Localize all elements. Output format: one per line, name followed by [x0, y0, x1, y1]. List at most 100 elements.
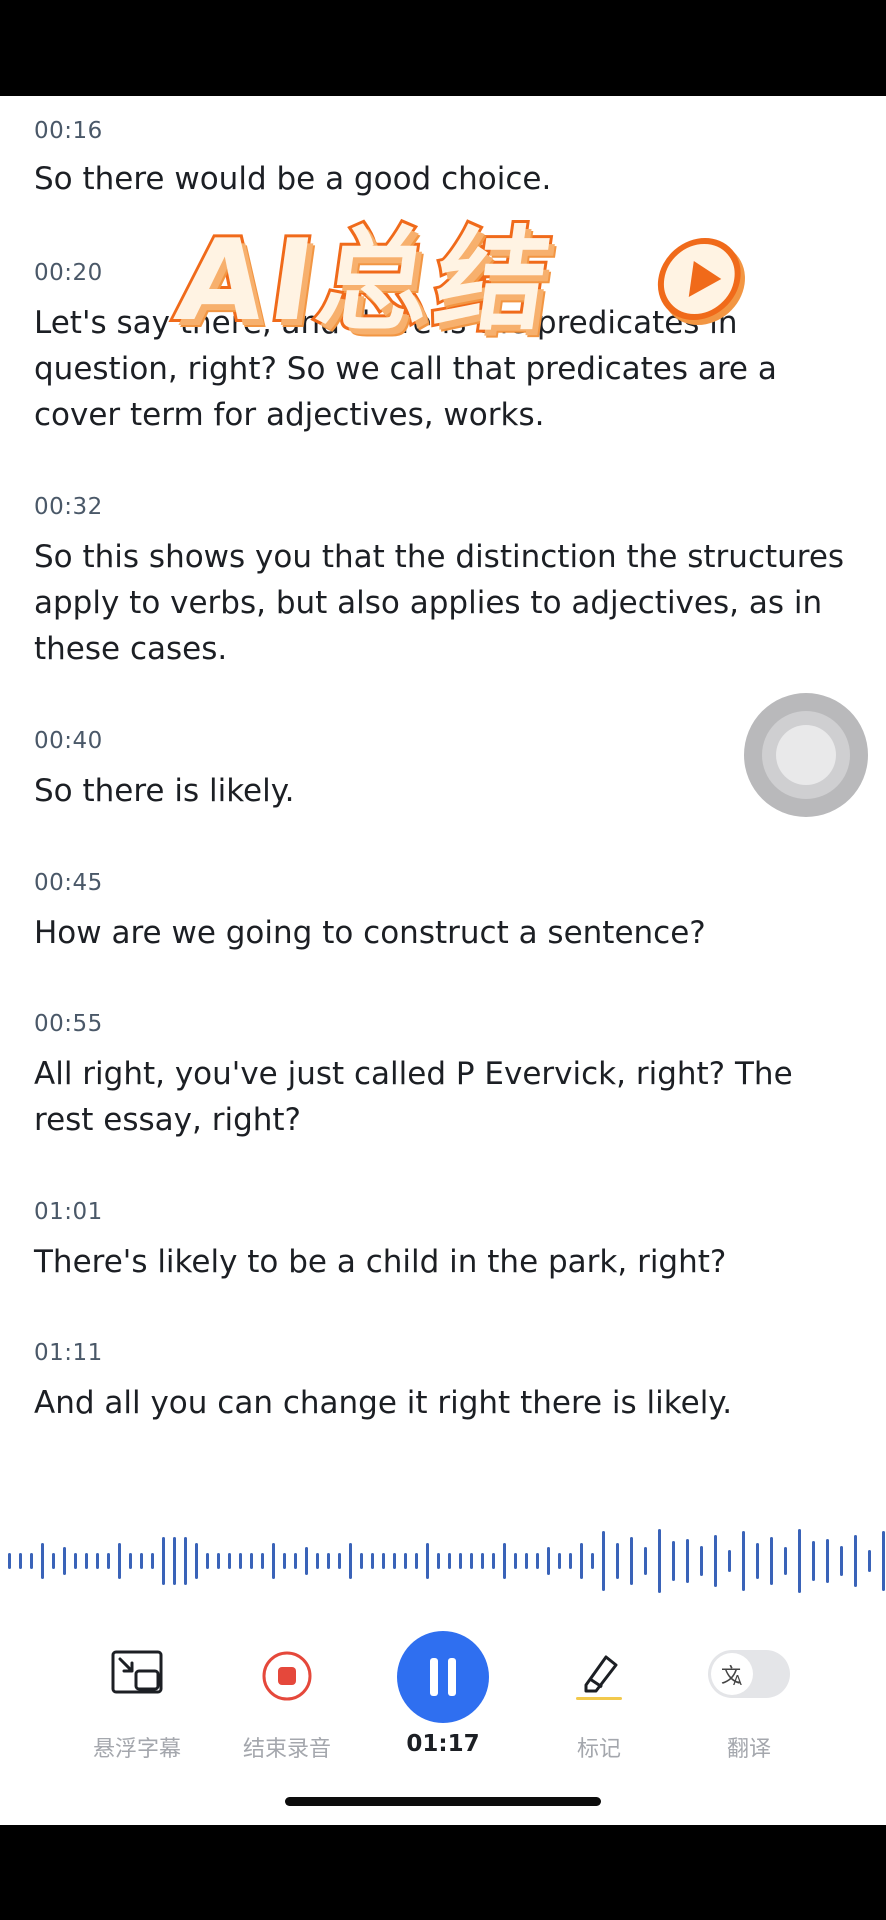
- waveform-bar: [658, 1529, 661, 1593]
- waveform-bar: [151, 1553, 154, 1569]
- waveform-bar: [569, 1553, 572, 1569]
- transcript-entry[interactable]: 00:45 How are we going to construct a se…: [34, 868, 854, 956]
- timestamp: 00:55: [34, 1011, 103, 1037]
- waveform-bar: [672, 1541, 675, 1581]
- waveform-bar: [547, 1547, 550, 1575]
- waveform-bar: [19, 1553, 22, 1569]
- pip-icon: [110, 1649, 164, 1699]
- waveform-bar: [798, 1529, 801, 1593]
- waveform-bar: [382, 1553, 385, 1569]
- ai-summary-overlay: AI总结: [166, 206, 768, 356]
- waveform-bar: [393, 1553, 396, 1569]
- waveform-bar: [415, 1553, 418, 1569]
- waveform-bar: [30, 1553, 33, 1569]
- recording-screen: 00:16 So there would be a good choice. 0…: [0, 96, 886, 1825]
- waveform-bar: [580, 1543, 583, 1579]
- transcript-entry[interactable]: 00:55 All right, you've just called P Ev…: [34, 1009, 854, 1143]
- waveform-bar: [728, 1550, 731, 1572]
- translate-label: 翻译: [726, 1737, 771, 1762]
- waveform-bar: [360, 1553, 363, 1569]
- waveform-bar: [371, 1553, 374, 1569]
- waveform-bar: [173, 1537, 176, 1585]
- ai-summary-title: AI总结: [166, 213, 567, 349]
- waveform-bar: [714, 1535, 717, 1587]
- waveform-bar: [602, 1531, 605, 1591]
- waveform-bar: [8, 1553, 11, 1569]
- waveform-bar: [41, 1543, 44, 1579]
- mark-button[interactable]: 标记: [524, 1631, 674, 1771]
- waveform-bar: [770, 1537, 773, 1585]
- transcript-entry[interactable]: 00:32 So this shows you that the distinc…: [34, 492, 854, 672]
- waveform-bar: [162, 1537, 165, 1585]
- waveform-bar: [492, 1553, 495, 1569]
- highlighter-icon: [572, 1649, 626, 1707]
- transcript-text: All right, you've just called P Evervick…: [34, 1056, 793, 1138]
- waveform-bar: [305, 1547, 308, 1575]
- transcript-entry[interactable]: 01:01 There's likely to be a child in th…: [34, 1197, 854, 1285]
- waveform-bar: [868, 1550, 871, 1572]
- end-recording-button[interactable]: 结束录音: [212, 1631, 362, 1771]
- waveform-bar: [283, 1553, 286, 1569]
- waveform-bar: [140, 1553, 143, 1569]
- waveform-bar: [514, 1553, 517, 1569]
- waveform-bar: [437, 1553, 440, 1569]
- waveform-bar: [448, 1553, 451, 1569]
- waveform-bar: [784, 1547, 787, 1575]
- floating-subtitle-label: 悬浮字幕: [92, 1737, 181, 1762]
- waveform-bar: [686, 1539, 689, 1583]
- waveform-bar: [481, 1553, 484, 1569]
- waveform-bar: [812, 1541, 815, 1581]
- floating-subtitle-button[interactable]: 悬浮字幕: [62, 1631, 212, 1771]
- waveform-bar: [327, 1553, 330, 1569]
- bottom-area: [0, 1825, 886, 1920]
- transcript-text: So there is likely.: [34, 773, 295, 809]
- timestamp: 01:01: [34, 1199, 103, 1225]
- transcript-entry[interactable]: 00:16 So there would be a good choice.: [34, 116, 854, 202]
- waveform-bar: [826, 1539, 829, 1583]
- waveform-bar: [261, 1553, 264, 1569]
- waveform-bar: [74, 1553, 77, 1569]
- waveform-bar: [195, 1543, 198, 1579]
- waveform-bar: [85, 1553, 88, 1569]
- translate-toggle[interactable]: 文 A 翻译: [674, 1631, 824, 1771]
- timestamp: 01:11: [34, 1340, 103, 1366]
- waveform-bar: [591, 1553, 594, 1569]
- waveform-bar: [503, 1543, 506, 1579]
- home-indicator: [285, 1797, 601, 1806]
- waveform-bar: [470, 1553, 473, 1569]
- waveform-bar: [118, 1543, 121, 1579]
- timestamp: 00:40: [34, 728, 103, 754]
- transcript-text: How are we going to construct a sentence…: [34, 915, 706, 951]
- waveform-bar: [644, 1547, 647, 1575]
- transcript-text: So there would be a good choice.: [34, 161, 552, 197]
- transcript-text: There's likely to be a child in the park…: [34, 1244, 727, 1280]
- waveform-bar: [206, 1553, 209, 1569]
- waveform-bar: [294, 1553, 297, 1569]
- svg-text:A: A: [733, 1674, 742, 1689]
- waveform-bar: [338, 1553, 341, 1569]
- waveform-bar: [217, 1553, 220, 1569]
- waveform-bar: [558, 1553, 561, 1569]
- waveform-bar: [404, 1553, 407, 1569]
- waveform-bar: [239, 1553, 242, 1569]
- timestamp: 00:16: [34, 118, 103, 144]
- waveform-bar: [426, 1543, 429, 1579]
- waveform-bar: [882, 1531, 885, 1591]
- transcript-entry[interactable]: 01:11 And all you can change it right th…: [34, 1338, 854, 1426]
- assistive-touch-button[interactable]: [744, 693, 868, 817]
- waveform-bar: [228, 1553, 231, 1569]
- transcript-text: And all you can change it right there is…: [34, 1385, 733, 1421]
- end-recording-label: 结束录音: [242, 1737, 331, 1762]
- elapsed-time: 01:17: [406, 1731, 480, 1757]
- waveform-bar: [250, 1553, 253, 1569]
- bottom-controls: 悬浮字幕 结束录音 01:17 标记 文 A 翻译: [0, 1631, 886, 1791]
- waveform-bar: [536, 1553, 539, 1569]
- pause-button[interactable]: 01:17: [368, 1631, 518, 1771]
- transcript-entry[interactable]: 00:40 So there is likely.: [34, 726, 854, 814]
- waveform-bar: [107, 1553, 110, 1569]
- waveform-bar: [63, 1547, 66, 1575]
- waveform-bar: [184, 1537, 187, 1585]
- audio-waveform: [8, 1529, 885, 1593]
- waveform-bar: [129, 1553, 132, 1569]
- waveform-bar: [616, 1543, 619, 1579]
